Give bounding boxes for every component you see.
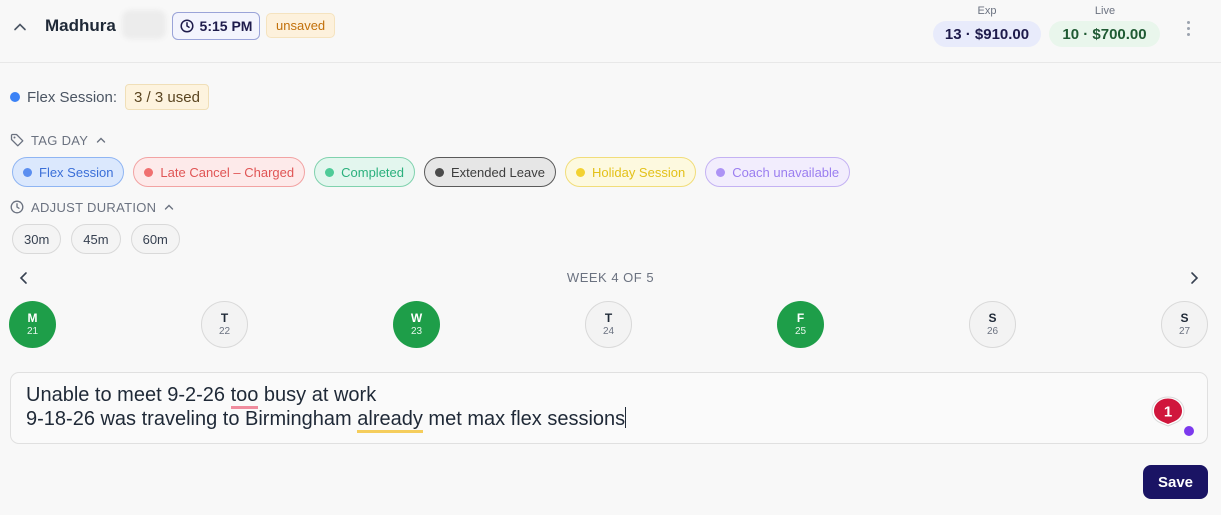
note-line-2: 9-18-26 was traveling to Birmingham alre… [26,407,1192,433]
status-badge: unsaved [266,13,336,38]
duration-options: 30m 45m 60m [12,224,180,254]
day-sun[interactable]: S 27 [1161,301,1208,348]
live-label: Live [1094,5,1116,17]
grammarly-badge-icon[interactable]: 1 [1150,395,1186,428]
note-line-1: Unable to meet 9-2-26 too busy at work [26,383,1192,409]
time-chip[interactable]: 5:15 PM [172,12,260,40]
day-wed[interactable]: W 23 [393,301,440,348]
session-header: Madhura 5:15 PM unsaved Exp 13 · $910.00… [0,0,1221,63]
adjust-duration-toggle[interactable]: ADJUST DURATION [10,199,175,215]
tag-completed[interactable]: Completed [314,157,415,187]
grammar-flag: already [357,408,423,433]
flex-used-badge: 3 / 3 used [125,84,209,110]
adjust-duration-heading: ADJUST DURATION [31,199,157,215]
flex-session-row: Flex Session: 3 / 3 used [10,84,209,110]
next-week-icon[interactable] [1186,268,1202,288]
redacted-name [122,10,166,39]
spelling-flag: too [230,384,259,409]
day-thu[interactable]: T 24 [585,301,632,348]
flex-session-label: Flex Session: [27,88,118,106]
exp-stat: 13 · $910.00 [933,21,1041,47]
week-label: WEEK 4 OF 5 [566,270,655,285]
tag-list: Flex Session Late Cancel – Charged Compl… [12,157,851,187]
exp-label: Exp [977,5,997,17]
tag-extended-leave[interactable]: Extended Leave [424,157,556,187]
flex-dot-icon [10,92,20,102]
tag-coach-unavailable[interactable]: Coach unavailable [705,157,851,187]
more-options-icon[interactable] [1180,16,1196,40]
note-textarea[interactable]: Unable to meet 9-2-26 too busy at work 9… [10,372,1208,444]
save-button[interactable]: Save [1143,465,1208,499]
svg-text:1: 1 [1164,404,1172,421]
client-name: Madhura [45,16,116,35]
duration-30m-button[interactable]: 30m [12,224,62,254]
day-sat[interactable]: S 26 [969,301,1016,348]
tag-flex-session[interactable]: Flex Session [12,157,125,187]
duration-45m-button[interactable]: 45m [71,224,121,254]
collapse-chevron-icon[interactable] [10,17,30,37]
duration-60m-button[interactable]: 60m [130,224,180,254]
chevron-up-icon [97,137,106,143]
tag-day-toggle[interactable]: TAG DAY [10,132,107,148]
time-value: 5:15 PM [199,18,253,34]
chevron-up-icon [165,204,174,210]
day-fri[interactable]: F 25 [777,301,824,348]
tag-late-cancel[interactable]: Late Cancel – Charged [133,157,306,187]
day-tue[interactable]: T 22 [201,301,248,348]
day-mon[interactable]: M 21 [9,301,56,348]
live-stat: 10 · $700.00 [1049,21,1160,47]
clock-icon [179,19,194,33]
tag-holiday-session[interactable]: Holiday Session [564,157,697,187]
grammarly-status-dot [1184,426,1194,436]
tag-day-heading: TAG DAY [31,132,89,148]
clock-icon [10,200,24,214]
tag-icon [10,133,24,147]
text-cursor [625,407,627,428]
